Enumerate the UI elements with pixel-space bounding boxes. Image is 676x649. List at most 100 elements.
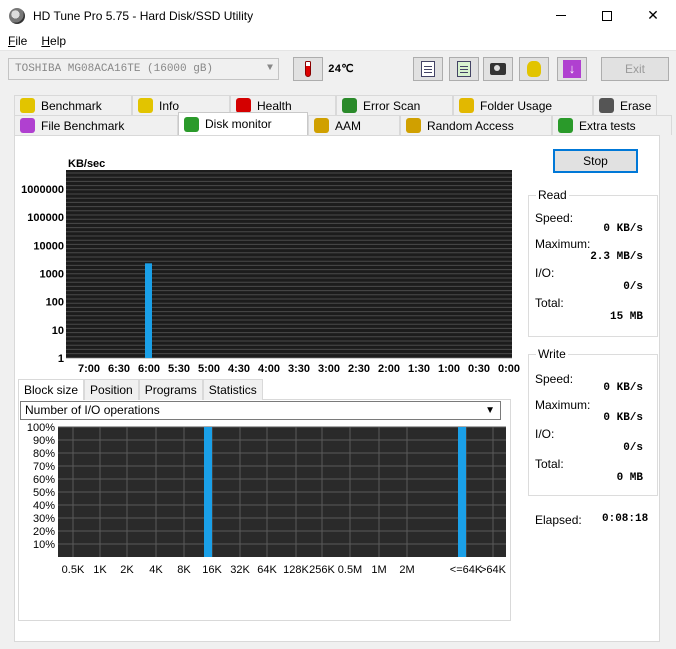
tab-label: Benchmark xyxy=(41,98,102,113)
screenshot-button[interactable] xyxy=(483,57,513,81)
x-tick-label: 16K xyxy=(202,564,222,576)
folder-icon xyxy=(459,98,474,113)
drive-select-value: TOSHIBA MG08ACA16TE (16000 gB) xyxy=(15,63,214,75)
menu-help-accelerator: H xyxy=(41,33,51,48)
x-tick-label: 1:30 xyxy=(408,363,430,375)
chevron-down-icon: ▼ xyxy=(485,405,495,416)
magnifier-icon xyxy=(342,98,357,113)
tab-extra-tests[interactable]: Extra tests xyxy=(552,115,672,135)
tab-label: Extra tests xyxy=(579,118,636,133)
x-tick-label: 3:00 xyxy=(318,363,340,375)
x-tick-label: 0.5K xyxy=(62,564,85,576)
read-max-label: Maximum: xyxy=(535,237,591,251)
subtab-block-size[interactable]: Block size xyxy=(18,379,85,400)
temperature-readout: 24℃ xyxy=(328,64,354,76)
tab-label: Erase xyxy=(620,98,652,113)
info-icon xyxy=(138,98,153,113)
y-tick-label: 20% xyxy=(33,526,55,538)
write-io-label: I/O: xyxy=(535,427,555,441)
y-tick-label: 40% xyxy=(33,500,55,512)
tab-disk-monitor[interactable]: Disk monitor xyxy=(178,112,308,135)
maximize-icon xyxy=(602,10,612,21)
tab-label: AAM xyxy=(335,118,362,133)
x-tick-label: 6:00 xyxy=(138,363,160,375)
close-button[interactable]: ✕ xyxy=(630,0,676,31)
y-tick-label: 90% xyxy=(33,435,55,447)
save-button[interactable]: ↓ xyxy=(557,57,587,81)
write-io-value: 0/s xyxy=(623,442,643,454)
exit-button[interactable]: Exit xyxy=(601,57,669,81)
read-max-value: 2.3 MB/s xyxy=(590,251,643,263)
read-total-value: 15 MB xyxy=(609,311,643,323)
tab-label: Health xyxy=(257,98,292,113)
menu-file[interactable]: File xyxy=(0,34,34,48)
disk-monitor-icon xyxy=(184,116,199,132)
tab-benchmark[interactable]: Benchmark xyxy=(14,95,132,115)
maximize-button[interactable] xyxy=(584,0,630,31)
x-tick-label: 64K xyxy=(257,564,277,576)
file-benchmark-icon xyxy=(20,118,35,133)
tab-label: Error Scan xyxy=(363,98,421,113)
minimize-button[interactable] xyxy=(538,0,584,31)
options-button[interactable] xyxy=(519,57,549,81)
x-tick-label: 1M xyxy=(371,564,386,576)
download-icon: ↓ xyxy=(563,60,581,78)
title-bar: HD Tune Pro 5.75 - Hard Disk/SSD Utility… xyxy=(0,0,676,31)
y-tick-label: 100% xyxy=(27,422,55,434)
trash-icon xyxy=(599,98,614,113)
block-size-bar-64k xyxy=(458,427,466,557)
temperature-button[interactable] xyxy=(293,57,323,81)
block-size-chart: 100%90%80%70%60%50%40%30%20%10% 0.5K 1K 2K 4… xyxy=(27,422,507,576)
x-tick-label: 7:00 xyxy=(78,363,100,375)
tab-aam[interactable]: AAM xyxy=(308,115,400,135)
minimize-icon xyxy=(556,15,566,16)
y-tick-label: 70% xyxy=(33,461,55,473)
subtab-statistics[interactable]: Statistics xyxy=(202,379,263,400)
tab-folder-usage[interactable]: Folder Usage xyxy=(453,95,593,115)
toolbar: TOSHIBA MG08ACA16TE (16000 gB) ▼ 24℃ ↓ E… xyxy=(0,52,676,88)
subtab-position[interactable]: Position xyxy=(84,379,139,400)
tab-random-access[interactable]: Random Access xyxy=(400,115,552,135)
write-max-label: Maximum: xyxy=(535,398,591,412)
y-tick-label: 80% xyxy=(33,448,55,460)
tab-file-benchmark[interactable]: File Benchmark xyxy=(14,115,178,135)
tab-label: Folder Usage xyxy=(480,98,553,113)
y-tick-label: 10% xyxy=(33,539,55,551)
write-group: Write Speed: 0 KB/s Maximum: 0 KB/s I/O:… xyxy=(528,347,658,496)
y-tick-label: 50% xyxy=(33,487,55,499)
copy-screenshot-button[interactable] xyxy=(449,57,479,81)
x-tick-label: 6:30 xyxy=(108,363,130,375)
tab-erase[interactable]: Erase xyxy=(593,95,657,115)
read-speed-label: Speed: xyxy=(535,211,574,225)
extra-tests-icon xyxy=(558,118,573,133)
y-tick-label: 10000 xyxy=(33,240,64,252)
io-metric-select[interactable]: Number of I/O operations ▼ xyxy=(20,401,501,420)
y-tick-label: 1000000 xyxy=(21,184,64,196)
x-tick-label: 128K xyxy=(283,564,309,576)
subtab-programs[interactable]: Programs xyxy=(138,379,203,400)
x-tick-label: 1:00 xyxy=(438,363,460,375)
x-tick-label: 2:00 xyxy=(378,363,400,375)
x-tick-label: 0:00 xyxy=(498,363,520,375)
menu-help[interactable]: Help xyxy=(34,34,73,48)
tab-label: Random Access xyxy=(427,118,514,133)
stop-button[interactable]: Stop xyxy=(553,149,638,173)
menu-help-label: elp xyxy=(50,33,67,48)
y-tick-label: 1000 xyxy=(40,269,64,281)
y-axis-label: KB/sec xyxy=(68,158,105,170)
tab-error-scan[interactable]: Error Scan xyxy=(336,95,453,115)
copy-text-button[interactable] xyxy=(413,57,443,81)
subtab-row: Block size Position Programs Statistics xyxy=(18,379,263,400)
random-access-icon xyxy=(406,118,421,133)
transfer-rate-chart: KB/sec 1000000 100000 10000 1000 100 10 1 7:00 6:… xyxy=(21,158,520,375)
speaker-icon xyxy=(314,118,329,133)
write-speed-value: 0 KB/s xyxy=(603,382,643,394)
x-tick-label: 2K xyxy=(120,564,134,576)
health-icon xyxy=(236,98,251,113)
y-tick-label: 60% xyxy=(33,474,55,486)
drive-select[interactable]: TOSHIBA MG08ACA16TE (16000 gB) ▼ xyxy=(8,58,279,80)
x-tick-label: 8K xyxy=(177,564,191,576)
read-speed-value: 0 KB/s xyxy=(603,223,643,235)
x-tick-label: >64K xyxy=(480,564,507,576)
x-tick-label: 32K xyxy=(230,564,250,576)
